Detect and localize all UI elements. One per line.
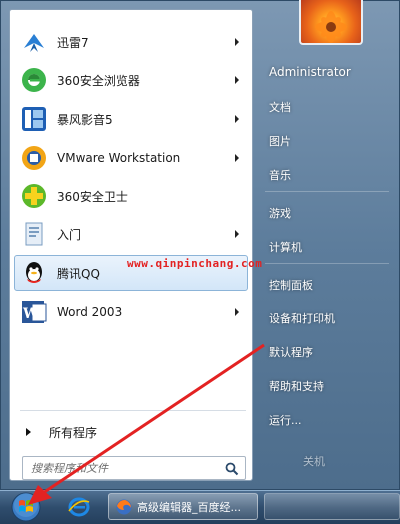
shutdown-label: 关机: [303, 455, 325, 468]
computer-link[interactable]: 计算机: [269, 239, 302, 255]
right-divider: [265, 191, 389, 192]
search-box[interactable]: [22, 456, 246, 480]
windows-logo-icon: [11, 492, 41, 522]
start-button[interactable]: [8, 492, 44, 522]
games-link[interactable]: 游戏: [269, 205, 291, 221]
program-item-word[interactable]: W Word 2003: [14, 294, 248, 330]
program-item-getting-started[interactable]: 入门: [14, 216, 248, 252]
submenu-arrow-icon: [235, 154, 239, 162]
vmware-icon: [19, 143, 49, 173]
divider: [20, 410, 246, 411]
program-label: 入门: [57, 227, 82, 242]
search-input[interactable]: [23, 460, 223, 476]
program-item-baofeng[interactable]: 暴风影音5: [14, 101, 248, 137]
program-item-vmware[interactable]: VMware Workstation: [14, 140, 248, 176]
svg-text:W: W: [22, 306, 39, 322]
shutdown-button[interactable]: 关机: [263, 447, 383, 473]
run-link[interactable]: 运行...: [269, 412, 302, 428]
program-label: Word 2003: [57, 305, 123, 319]
music-link[interactable]: 音乐: [269, 167, 291, 183]
task-button-label: 高级编辑器_百度经...: [137, 500, 241, 514]
qq-icon: [19, 258, 49, 288]
word-icon: W: [19, 297, 49, 327]
submenu-arrow-icon: [235, 230, 239, 238]
program-label: 暴风影音5: [57, 112, 113, 127]
program-label: 360安全卫士: [57, 189, 128, 204]
firefox-icon: [116, 499, 132, 514]
ie-icon: [68, 497, 90, 517]
all-programs-label: 所有程序: [49, 425, 98, 440]
program-label: VMware Workstation: [57, 151, 181, 165]
baofeng-icon: [19, 104, 49, 134]
submenu-arrow-icon: [235, 115, 239, 123]
submenu-arrow-icon: [235, 308, 239, 316]
program-label: 迅雷7: [57, 35, 89, 50]
program-item-360-guard[interactable]: 360安全卫士: [14, 178, 248, 214]
submenu-arrow-icon: [235, 38, 239, 46]
all-programs-button[interactable]: 所有程序: [14, 418, 248, 446]
submenu-arrow-icon: [235, 76, 239, 84]
user-avatar[interactable]: [299, 0, 363, 45]
thunder-icon: [19, 27, 49, 57]
programs-pane: 迅雷7 360安全浏览器 暴风影音5 VMware Workstation 36…: [9, 9, 253, 481]
help-support-link[interactable]: 帮助和支持: [269, 378, 324, 394]
360-guard-icon: [19, 181, 49, 211]
360-browser-icon: [19, 65, 49, 95]
browser-task-button[interactable]: 高级编辑器_百度经...: [108, 493, 258, 520]
start-menu: 迅雷7 360安全浏览器 暴风影音5 VMware Workstation 36…: [0, 0, 400, 490]
devices-printers-link[interactable]: 设备和打印机: [269, 310, 335, 326]
program-item-360-browser[interactable]: 360安全浏览器: [14, 62, 248, 98]
program-label: 360安全浏览器: [57, 73, 140, 88]
program-label: 腾讯QQ: [57, 266, 100, 281]
right-divider: [265, 263, 389, 264]
expand-arrow-icon: [26, 428, 31, 436]
pictures-link[interactable]: 图片: [269, 133, 291, 149]
watermark-text: www.qinpinchang.com: [127, 257, 263, 270]
default-programs-link[interactable]: 默认程序: [269, 344, 313, 360]
control-panel-link[interactable]: 控制面板: [269, 277, 313, 293]
taskbar-button[interactable]: [264, 493, 400, 520]
search-icon[interactable]: [225, 461, 239, 480]
user-name-link[interactable]: Administrator: [269, 65, 351, 79]
program-item-thunder[interactable]: 迅雷7: [14, 24, 248, 60]
documents-link[interactable]: 文档: [269, 99, 291, 115]
ie-taskbar-button[interactable]: [64, 493, 94, 521]
getting-started-icon: [19, 219, 49, 249]
